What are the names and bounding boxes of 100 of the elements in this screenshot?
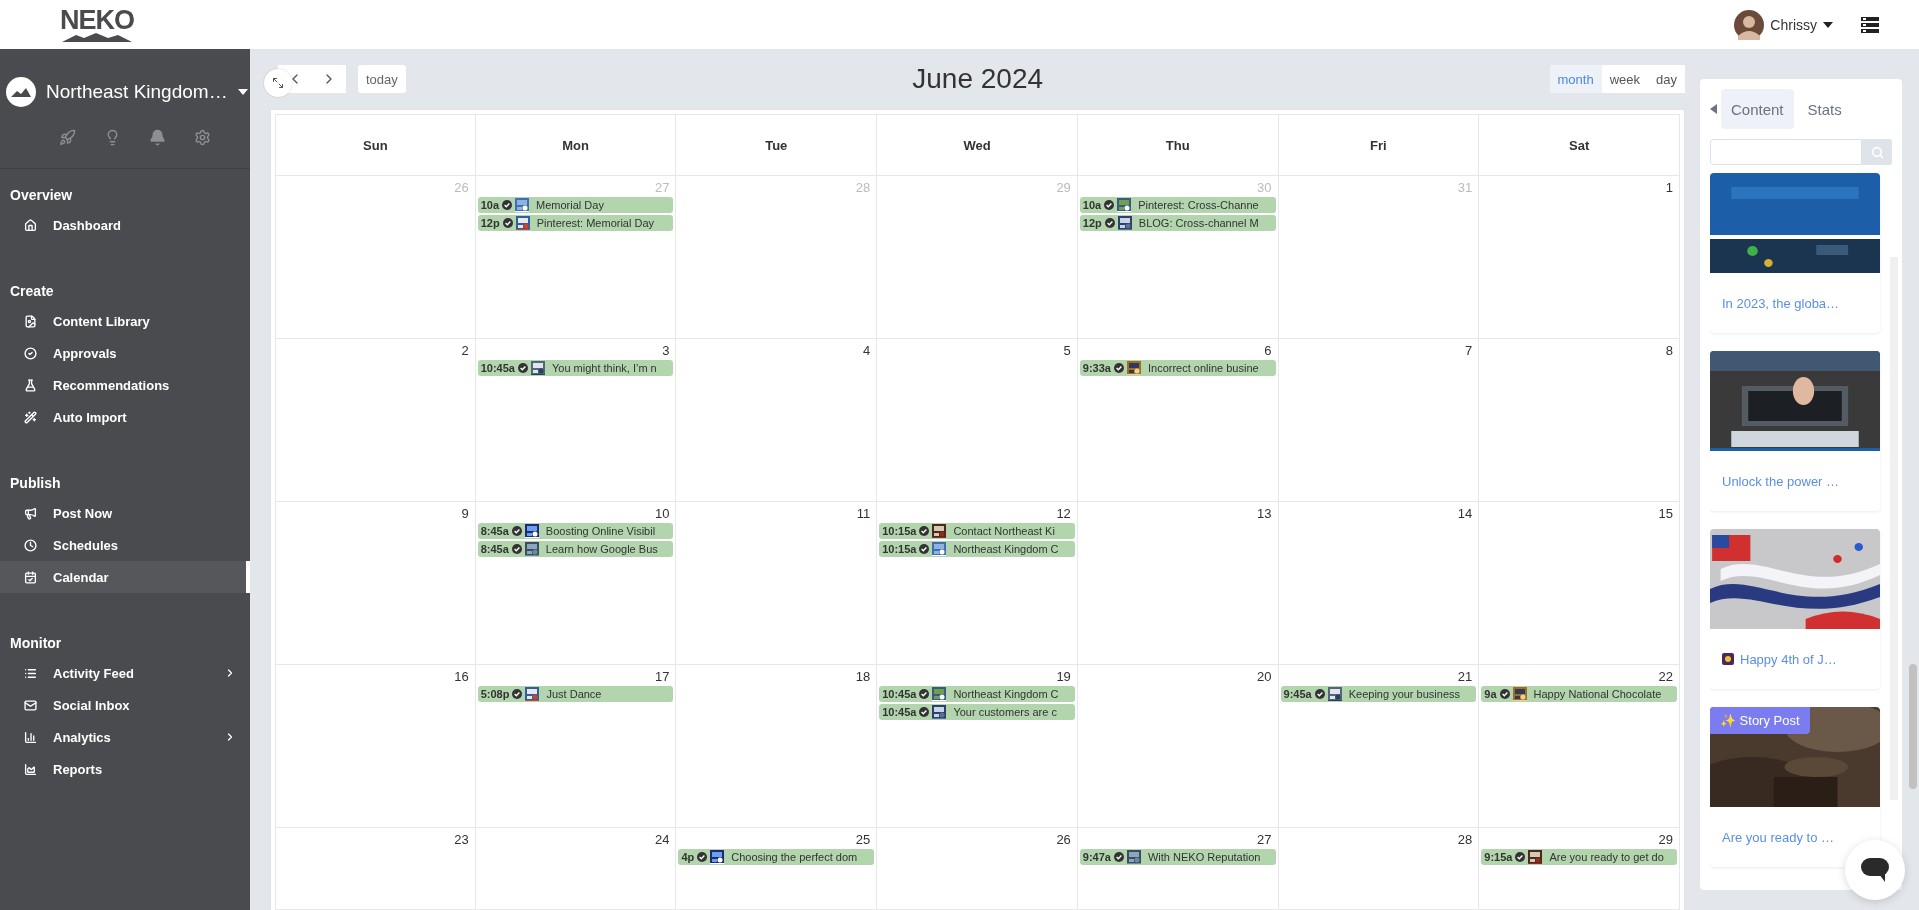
card-caption: In 2023, the globa… [1722, 295, 1840, 311]
caret-icon[interactable] [1823, 21, 1833, 28]
list-icon [24, 666, 37, 680]
account-name[interactable]: Northeast Kingdom… [46, 81, 228, 103]
day-number: 2 [460, 342, 470, 360]
check-circle-icon [1114, 363, 1124, 373]
today-button[interactable]: today [358, 65, 406, 93]
avatar[interactable] [1734, 9, 1765, 40]
event-title: Are you ready to get do [1549, 851, 1664, 863]
menu-icon[interactable] [1861, 16, 1879, 33]
sidebar-item[interactable]: Social Inbox [0, 689, 250, 721]
check-circle-icon [919, 689, 930, 699]
bell-icon[interactable] [149, 129, 166, 146]
expand-button[interactable] [264, 69, 292, 97]
event-title: Northeast Kingdom C [953, 688, 1059, 700]
calendar-event[interactable]: 10:45a Northeast Kingdom C [879, 686, 1075, 702]
calendar-event[interactable]: 9:47a With NEKO Reputation [1079, 849, 1276, 865]
check-circle-icon [919, 544, 930, 554]
event-title: Northeast Kingdom C [953, 543, 1059, 555]
calendar-event[interactable]: 9a Happy National Chocolate [1481, 686, 1677, 702]
next-button[interactable] [312, 65, 346, 93]
check-circle-icon [1104, 200, 1115, 210]
day-number: 29 [1657, 831, 1674, 849]
event-time: 9:47a [1082, 851, 1111, 863]
day-number: 30 [1256, 179, 1273, 197]
calendar-event[interactable]: 8:45a Boosting Online Visibil [477, 523, 674, 539]
day-number: 12 [1055, 505, 1072, 523]
sidebar-item[interactable]: Approvals [0, 337, 250, 369]
scrollbar-thumb[interactable] [1909, 664, 1917, 789]
caret-icon[interactable] [237, 89, 248, 95]
sidebar-item[interactable]: Analytics [0, 721, 250, 753]
calendar-event[interactable]: 12p Pinterest: Memorial Day [477, 215, 674, 231]
story-badge: ✨ Story Post [1710, 707, 1810, 734]
check-circle-icon [919, 526, 930, 536]
clock-icon [24, 538, 37, 552]
view-tab[interactable]: day [1648, 65, 1685, 93]
sidebar-item[interactable]: Calendar [0, 561, 250, 593]
calendar-event[interactable]: 10:45a Your customers are c [879, 704, 1075, 720]
mountain-icon [62, 31, 132, 42]
check-circle-icon [511, 544, 522, 554]
calendar-event[interactable]: 10:15a Northeast Kingdom C [879, 541, 1075, 557]
check-circle-icon [517, 363, 528, 373]
rocket-icon[interactable] [59, 129, 76, 146]
settings-icon[interactable] [194, 129, 211, 146]
weekday-header: Sun [275, 114, 476, 176]
calendar-event[interactable]: 10a Memorial Day [477, 197, 674, 213]
event-time: 10a [1082, 199, 1102, 211]
check-circle-icon [1499, 689, 1510, 699]
day-number: 11 [855, 505, 872, 523]
day-number: 15 [1657, 505, 1674, 523]
day-number: 18 [854, 668, 872, 686]
day-number: 28 [1456, 831, 1474, 849]
card-caption: Happy 4th of J… [1740, 651, 1837, 667]
user-name[interactable]: Chrissy [1770, 16, 1817, 33]
view-tab[interactable]: week [1601, 65, 1649, 93]
sidebar-item[interactable]: Auto Import [0, 401, 250, 433]
day-number: 31 [1456, 179, 1474, 197]
panel-tab[interactable]: Content [1721, 89, 1794, 129]
sidebar-item[interactable]: Post Now [0, 497, 250, 529]
calendar-event[interactable]: 8:45a Learn how Google Bus [477, 541, 674, 557]
day-number: 4 [861, 342, 872, 360]
brand-logo-icon [6, 77, 36, 107]
calendar-event[interactable]: 12p BLOG: Cross-channel M [1079, 215, 1276, 231]
calendar-event[interactable]: 10:45a You might think, I’m n [477, 360, 674, 376]
weekday-header: Fri [1278, 114, 1480, 176]
calendar-event[interactable]: 10:15a Contact Northeast Ki [879, 523, 1075, 539]
sidebar-item[interactable]: Activity Feed [0, 657, 250, 689]
sidebar-item[interactable]: Recommendations [0, 369, 250, 401]
collapse-icon[interactable] [1710, 104, 1717, 114]
check-circle-icon [1314, 689, 1325, 699]
event-time: 9:33a [1082, 362, 1111, 374]
day-number: 20 [1256, 668, 1273, 686]
sidebar-item[interactable]: Dashboard [0, 209, 250, 241]
calendar-event[interactable]: 9:15a Are you ready to get do [1481, 849, 1677, 865]
calendar-event[interactable]: 9:45a Keeping your business [1280, 686, 1477, 702]
check-circle-icon [697, 852, 708, 862]
weekday-header: Thu [1077, 114, 1279, 176]
day-number: 5 [1062, 342, 1072, 360]
event-time: 9:45a [1283, 688, 1312, 700]
home-icon [24, 218, 37, 232]
calendar-event[interactable]: 9:33a Incorrect online busine [1079, 360, 1276, 376]
calendar-event[interactable]: 10a Pinterest: Cross-Channe [1079, 197, 1276, 213]
panel-tab[interactable]: Stats [1797, 89, 1852, 129]
calendar-event[interactable]: 4p Choosing the perfect dom [678, 849, 875, 865]
sidebar-item[interactable]: Reports [0, 753, 250, 785]
event-title: Learn how Google Bus [545, 543, 658, 555]
day-number: 26 [1055, 831, 1072, 849]
sidebar-item[interactable]: Content Library [0, 305, 250, 337]
check-circle-icon [1104, 218, 1115, 228]
expand-icon [272, 77, 284, 89]
event-title: Memorial Day [536, 199, 604, 211]
content-card[interactable]: ✨ Story Post Are you ready to … [1710, 707, 1880, 867]
search-icon [1870, 145, 1884, 159]
search-field[interactable] [1710, 139, 1862, 165]
calendar-event[interactable]: 5:08p Just Dance [477, 686, 674, 702]
day-number: 19 [1055, 668, 1072, 686]
day-number: 14 [1456, 505, 1474, 523]
bar-chart-icon [24, 730, 37, 744]
day-number: 27 [653, 179, 671, 197]
sidebar-item[interactable]: Schedules [0, 529, 250, 561]
